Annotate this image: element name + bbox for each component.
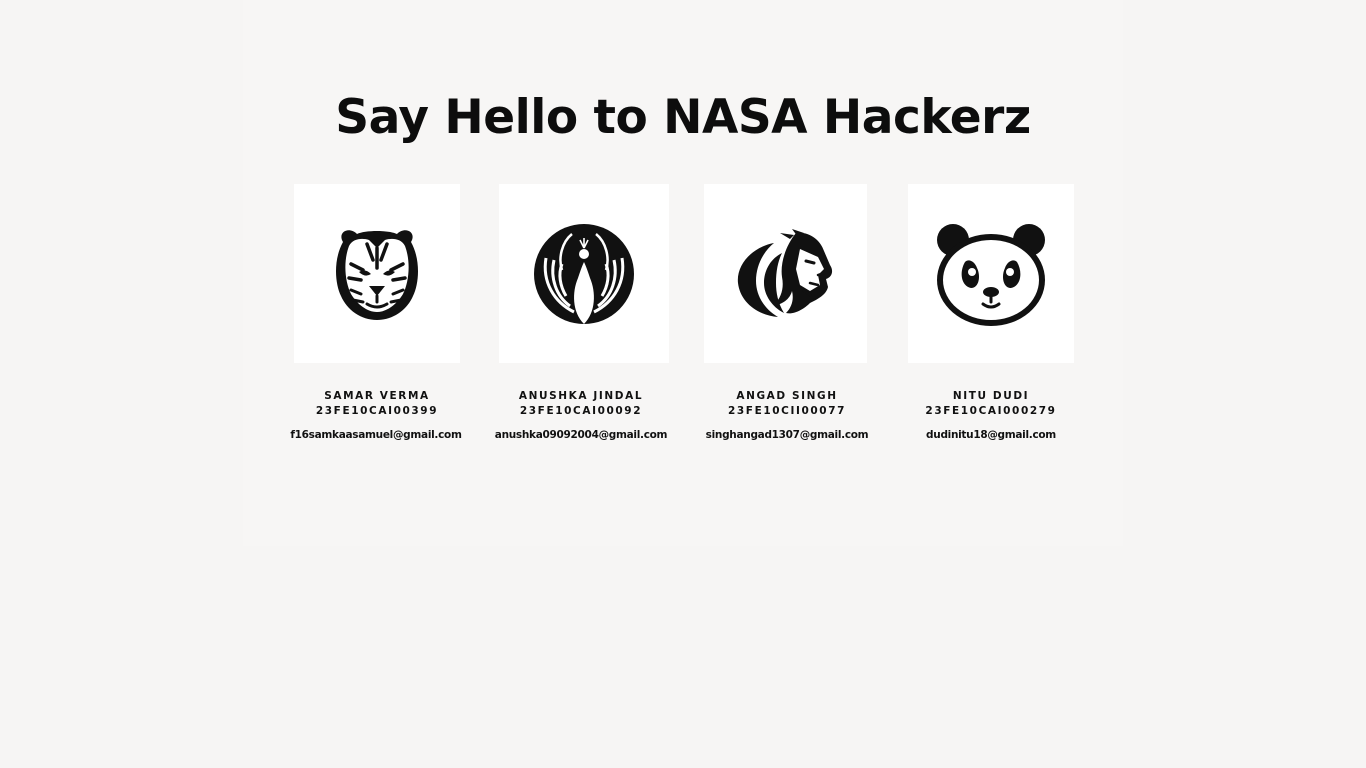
member-email: singhangad1307@gmail.com <box>705 429 869 441</box>
member-name: ANGAD SINGH <box>736 390 838 402</box>
page-title: Say Hello to NASA Hackerz <box>335 90 1031 145</box>
member-email: dudinitu18@gmail.com <box>926 429 1056 441</box>
member-avatar-card <box>704 184 867 363</box>
member-roll-number: 23FE10CAI00399 <box>315 405 439 417</box>
member-roll-number: 23FE10CAI000279 <box>925 405 1057 417</box>
panda-icon <box>937 223 1045 326</box>
lion-icon <box>737 228 832 317</box>
member-avatar-card <box>499 184 669 363</box>
member-roll-number: 23FE10CAI00092 <box>519 405 643 417</box>
member-roll-number: 23FE10CII00077 <box>727 405 847 417</box>
member-email: anushka09092004@gmail.com <box>494 429 668 441</box>
member-email: f16samkaasamuel@gmail.com <box>290 429 462 441</box>
member-avatar-card <box>294 184 460 363</box>
peacock-icon <box>534 223 634 324</box>
member-avatar-card <box>908 184 1074 363</box>
member-name: NITU DUDI <box>952 390 1030 402</box>
member-name: ANUSHKA JINDAL <box>518 390 644 402</box>
tiger-icon <box>336 229 418 320</box>
member-name: SAMAR VERMA <box>324 390 430 402</box>
